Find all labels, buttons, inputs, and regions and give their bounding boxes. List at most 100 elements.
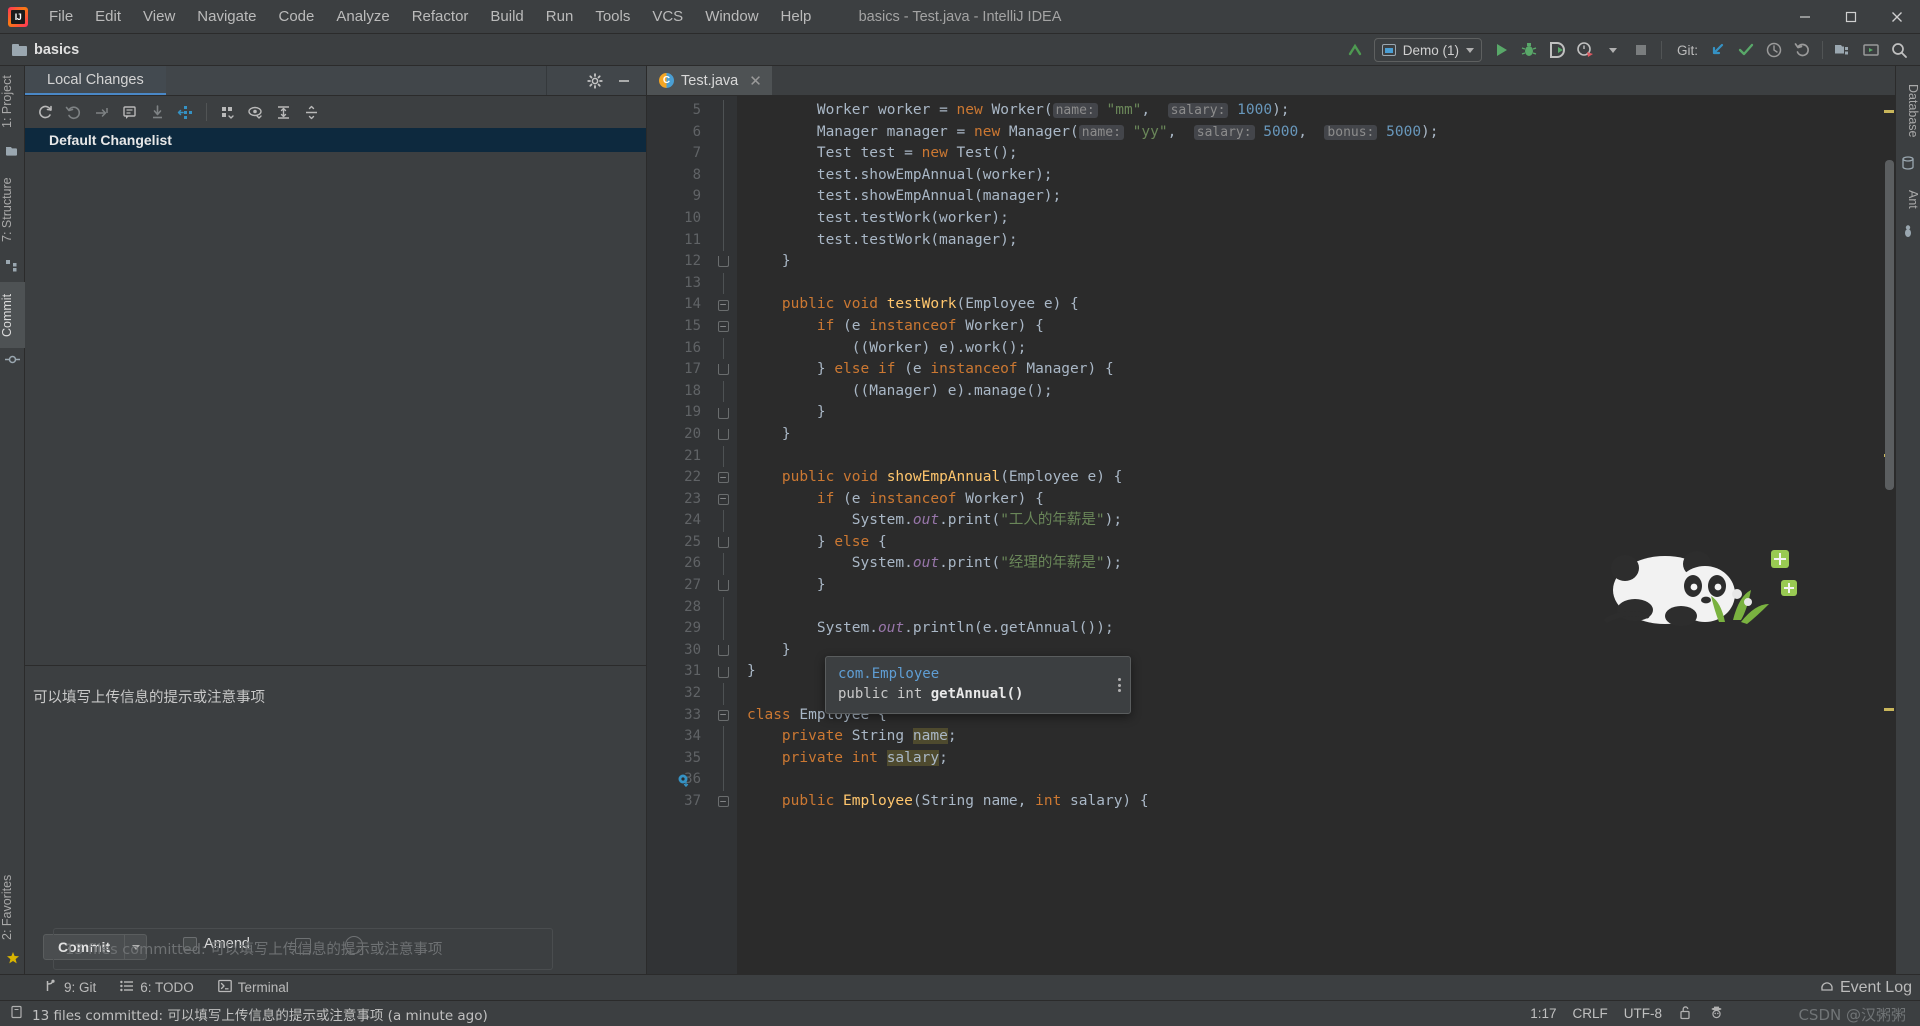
- menu-item-help[interactable]: Help: [770, 4, 823, 30]
- commit-message-area[interactable]: 可以填写上传信息的提示或注意事项: [25, 666, 646, 926]
- status-message-group[interactable]: 13 files committed: 可以填写上传信息的提示或注意事项 (a …: [10, 1004, 488, 1024]
- fold-marker[interactable]: [709, 575, 737, 597]
- code-line[interactable]: [747, 273, 1895, 295]
- run-with-coverage-icon[interactable]: [1544, 38, 1570, 62]
- code-line[interactable]: }: [747, 424, 1895, 446]
- fold-marker[interactable]: [709, 532, 737, 554]
- fold-marker[interactable]: −: [709, 316, 737, 338]
- sidebar-item-database[interactable]: Database: [1895, 72, 1920, 150]
- menu-item-analyze[interactable]: Analyze: [325, 4, 400, 30]
- caret-position[interactable]: 1:17: [1530, 1006, 1556, 1021]
- code-line[interactable]: test.testWork(worker);: [747, 208, 1895, 230]
- code-line[interactable]: private int salary;: [747, 748, 1895, 770]
- changelist-row-default[interactable]: Default Changelist: [25, 128, 646, 152]
- code-line[interactable]: [747, 446, 1895, 468]
- amend-checkbox[interactable]: [183, 937, 197, 951]
- close-button[interactable]: [1874, 0, 1920, 34]
- editor-scrollbar-thumb[interactable]: [1885, 160, 1894, 490]
- bottom-item-terminal[interactable]: Terminal: [206, 979, 301, 996]
- maximize-button[interactable]: [1828, 0, 1874, 34]
- warning-marker[interactable]: [1884, 110, 1894, 113]
- fold-marker[interactable]: −: [709, 467, 737, 489]
- code-folding-gutter[interactable]: − − − − − −: [709, 96, 737, 974]
- sidebar-item-ant[interactable]: Ant: [1895, 178, 1920, 220]
- fold-marker[interactable]: [709, 661, 737, 683]
- editor-tab-test-java[interactable]: Test.java ✕: [647, 66, 772, 95]
- show-diff-icon[interactable]: [117, 100, 142, 124]
- unshelve-icon[interactable]: [145, 100, 170, 124]
- code-line[interactable]: test.showEmpAnnual(manager);: [747, 186, 1895, 208]
- collapse-all-icon[interactable]: [299, 100, 324, 124]
- menu-item-code[interactable]: Code: [267, 4, 325, 30]
- file-encoding[interactable]: UTF-8: [1624, 1006, 1662, 1021]
- stop-icon[interactable]: [1628, 38, 1654, 62]
- menu-item-edit[interactable]: Edit: [84, 4, 132, 30]
- code-line[interactable]: System.out.print("经理的年薪是");: [747, 553, 1895, 575]
- code-line[interactable]: Manager manager = new Manager(name: "yy"…: [747, 122, 1895, 144]
- menu-item-run[interactable]: Run: [535, 4, 585, 30]
- run-anything-icon[interactable]: [1858, 38, 1884, 62]
- git-rollback-icon[interactable]: [1789, 38, 1815, 62]
- unlocked-icon[interactable]: [1678, 1005, 1693, 1023]
- gear-icon[interactable]: [582, 69, 607, 93]
- fold-marker[interactable]: [709, 424, 737, 446]
- code-line[interactable]: ((Manager) e).manage();: [747, 381, 1895, 403]
- chevron-down-icon[interactable]: [1600, 38, 1626, 62]
- code-line[interactable]: public Employee(String name, int salary)…: [747, 791, 1895, 813]
- editor-marker-gutter[interactable]: [1881, 96, 1895, 974]
- code-line[interactable]: [747, 597, 1895, 619]
- sidebar-item-project[interactable]: 1: Project: [0, 66, 25, 138]
- event-log-button[interactable]: Event Log: [1820, 978, 1912, 997]
- commit-button[interactable]: Commit: [43, 934, 148, 960]
- commit-options-dropdown[interactable]: [124, 935, 146, 959]
- code-line[interactable]: }: [747, 251, 1895, 273]
- fold-marker[interactable]: −: [709, 489, 737, 511]
- fold-marker[interactable]: −: [709, 705, 737, 727]
- code-line[interactable]: } else {: [747, 532, 1895, 554]
- menu-item-window[interactable]: Window: [694, 4, 769, 30]
- sidebar-item-structure[interactable]: 7: Structure: [0, 166, 25, 254]
- code-viewport[interactable]: 5 6 7 8 9 10 11 12 13 14 15 16 17 18 19 20 21 22 23 24 25 26 2…: [647, 96, 1895, 974]
- breadcrumb-project[interactable]: basics: [12, 42, 79, 58]
- group-by-icon[interactable]: [215, 100, 240, 124]
- expand-all-icon[interactable]: [271, 100, 296, 124]
- code-line[interactable]: System.out.print("工人的年薪是");: [747, 510, 1895, 532]
- warning-marker[interactable]: [1884, 708, 1894, 711]
- sidebar-item-commit[interactable]: Commit: [0, 282, 25, 348]
- code-line[interactable]: Test test = new Test();: [747, 143, 1895, 165]
- hide-icon[interactable]: [611, 69, 636, 93]
- project-structure-icon[interactable]: [1830, 38, 1856, 62]
- code-line[interactable]: System.out.println(e.getAnnual());: [747, 618, 1895, 640]
- run-configuration-selector[interactable]: Demo (1): [1373, 38, 1482, 62]
- code-line[interactable]: private String name;: [747, 726, 1895, 748]
- rollback-icon[interactable]: [61, 100, 86, 124]
- fold-marker[interactable]: [709, 359, 737, 381]
- line-separator[interactable]: CRLF: [1572, 1006, 1607, 1021]
- menu-item-tools[interactable]: Tools: [584, 4, 641, 30]
- code-line[interactable]: ((Worker) e).work();: [747, 338, 1895, 360]
- debug-icon[interactable]: [1516, 38, 1542, 62]
- sidebar-item-favorites[interactable]: 2: Favorites: [0, 863, 25, 951]
- amend-checkbox-group[interactable]: Amend: [183, 936, 250, 952]
- git-commit-icon[interactable]: [1733, 38, 1759, 62]
- fold-marker[interactable]: −: [709, 294, 737, 316]
- code-line[interactable]: test.testWork(manager);: [747, 230, 1895, 252]
- fold-marker[interactable]: [709, 251, 737, 273]
- hector-icon[interactable]: [1709, 1005, 1724, 1023]
- code-line[interactable]: } else if (e instanceof Manager) {: [747, 359, 1895, 381]
- git-history-icon[interactable]: [1761, 38, 1787, 62]
- code-line[interactable]: test.showEmpAnnual(worker);: [747, 165, 1895, 187]
- refresh-icon[interactable]: [33, 100, 58, 124]
- move-to-changelist-icon[interactable]: [173, 100, 198, 124]
- code-line[interactable]: }: [747, 575, 1895, 597]
- menu-item-build[interactable]: Build: [479, 4, 534, 30]
- git-update-icon[interactable]: [1705, 38, 1731, 62]
- menu-item-view[interactable]: View: [132, 4, 186, 30]
- fold-marker[interactable]: [709, 640, 737, 662]
- code-line[interactable]: public void showEmpAnnual(Employee e) {: [747, 467, 1895, 489]
- code-text[interactable]: Worker worker = new Worker(name: "mm", s…: [737, 96, 1895, 974]
- code-line[interactable]: Worker worker = new Worker(name: "mm", s…: [747, 100, 1895, 122]
- run-icon[interactable]: [1488, 38, 1514, 62]
- shelve-icon[interactable]: [89, 100, 114, 124]
- search-everywhere-icon[interactable]: [1886, 38, 1912, 62]
